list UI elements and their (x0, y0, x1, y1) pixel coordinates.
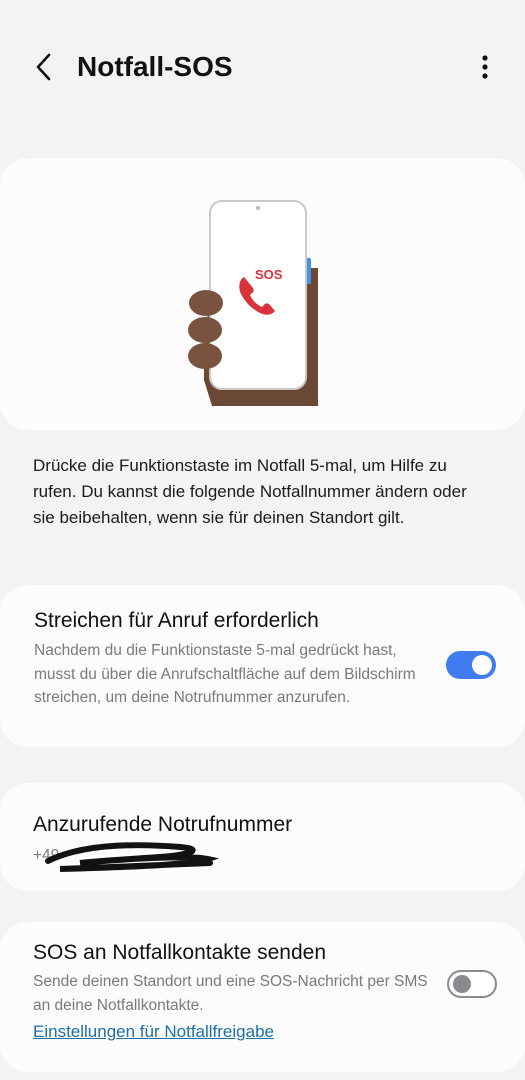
sos-contacts-toggle[interactable] (447, 970, 497, 998)
emergency-number-title: Anzurufende Notrufnummer (33, 813, 293, 836)
sos-contacts-subtitle: Sende deinen Standort und eine SOS-Nachr… (33, 973, 428, 1014)
swipe-setting-card[interactable]: Streichen für Anruf erforderlich Nachdem… (0, 585, 525, 747)
swipe-setting-title: Streichen für Anruf erforderlich (34, 609, 319, 632)
page-title: Notfall-SOS (77, 51, 233, 82)
emergency-sharing-settings-link[interactable]: Einstellungen für Notfallfreigabe (33, 1022, 274, 1042)
emergency-number-card[interactable]: Anzurufende Notrufnummer +49 (0, 783, 525, 891)
sos-contacts-title: SOS an Notfallkontakte senden (33, 941, 327, 964)
swipe-setting-toggle[interactable] (446, 651, 496, 679)
chevron-left-icon (36, 53, 51, 81)
sos-hand-phone-illustration: SOS (188, 200, 318, 406)
sos-contacts-card[interactable]: SOS an Notfallkontakte senden Sende dein… (0, 922, 525, 1072)
toggle-knob (453, 975, 471, 993)
back-button[interactable] (26, 48, 62, 86)
redaction-scribble (45, 842, 220, 872)
more-options-button[interactable] (473, 48, 497, 86)
description-text: Drücke die Funktionstaste im Notfall 5-m… (33, 456, 467, 527)
more-vertical-icon (482, 55, 488, 79)
app-header: Notfall-SOS (0, 0, 525, 130)
illustration-card: SOS (0, 158, 525, 430)
swipe-setting-subtitle: Nachdem du die Funktionstaste 5-mal gedr… (34, 642, 416, 706)
toggle-knob (472, 655, 492, 675)
sos-badge-text: SOS (255, 267, 283, 282)
